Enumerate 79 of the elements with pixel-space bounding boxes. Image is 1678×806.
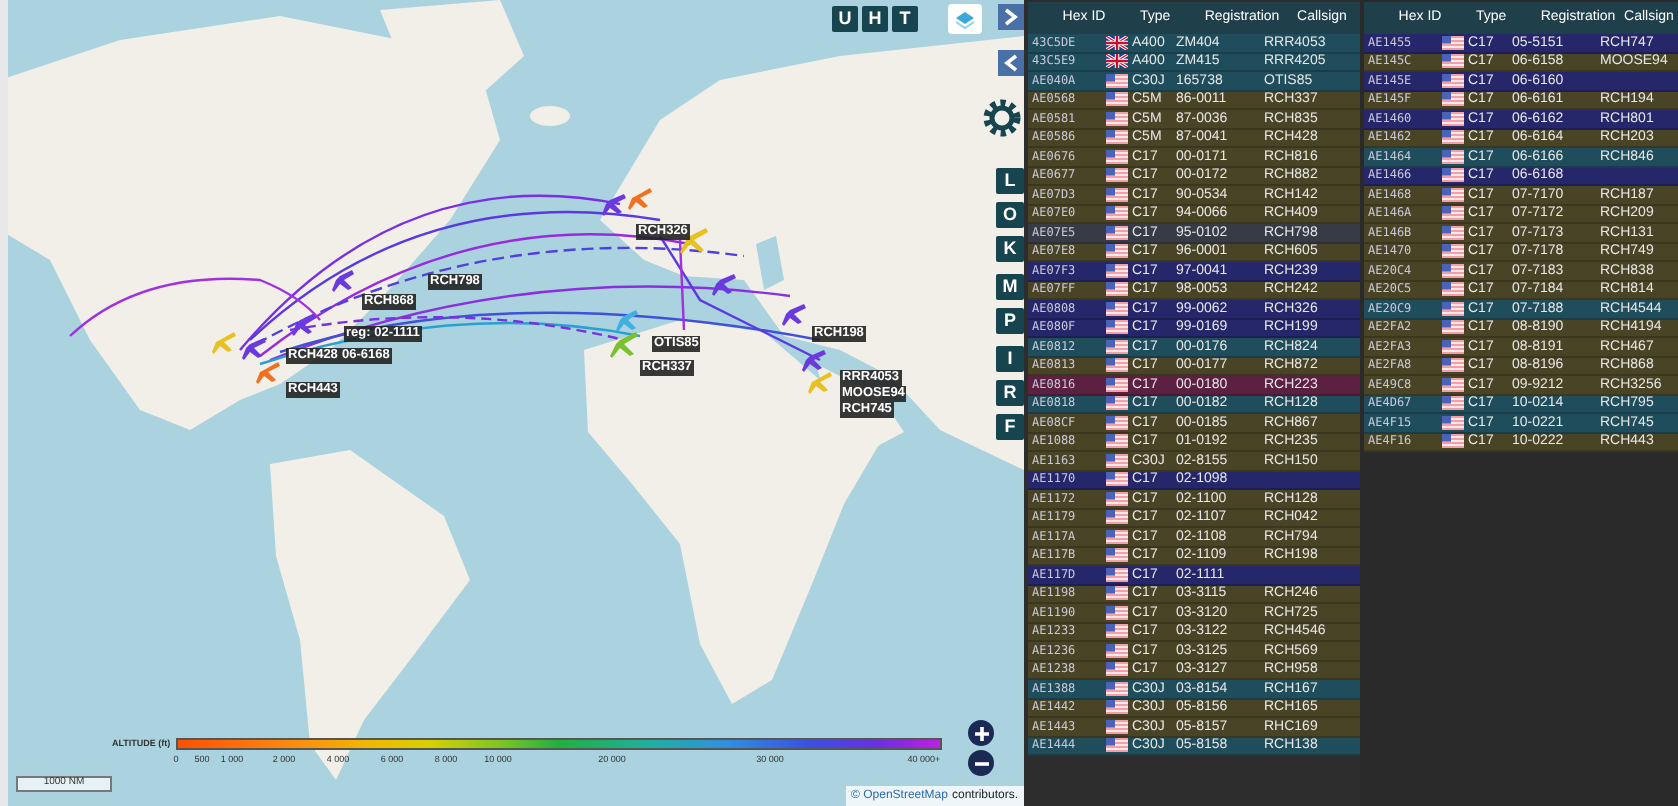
us-flag-icon <box>1441 339 1463 354</box>
us-flag-icon <box>1105 529 1127 544</box>
map-toggle-button[interactable]: H <box>862 6 888 32</box>
us-flag-icon <box>1105 92 1127 107</box>
us-flag-icon <box>1105 149 1127 164</box>
us-flag-icon <box>1105 320 1127 335</box>
us-flag-icon <box>1105 415 1127 430</box>
us-flag-icon <box>1105 491 1127 506</box>
us-flag-icon <box>1105 567 1127 582</box>
us-flag-icon <box>1105 111 1127 126</box>
us-flag-icon <box>1441 130 1463 145</box>
us-flag-icon <box>1441 187 1463 202</box>
us-flag-icon <box>1441 225 1463 240</box>
us-flag-icon <box>1105 263 1127 278</box>
us-flag-icon <box>1105 510 1127 525</box>
layers-button[interactable] <box>948 4 982 34</box>
map-toggle-button[interactable]: U <box>832 6 858 32</box>
layers-icon <box>954 9 976 29</box>
collapse-panel-button[interactable] <box>998 50 1024 76</box>
us-flag-icon <box>1105 73 1127 88</box>
map-toggle-button[interactable]: O <box>996 202 1024 228</box>
us-flag-icon <box>1441 434 1463 449</box>
chevron-left-icon <box>1004 54 1018 72</box>
us-flag-icon <box>1105 206 1127 221</box>
us-flag-icon <box>1105 586 1127 601</box>
us-flag-icon <box>1441 111 1463 126</box>
us-flag-icon <box>1105 472 1127 487</box>
us-flag-icon <box>1105 434 1127 449</box>
us-flag-icon <box>1441 263 1463 278</box>
us-flag-icon <box>1105 605 1127 620</box>
us-flag-icon <box>1105 244 1127 259</box>
us-flag-icon <box>1105 700 1127 715</box>
map-toggle-button[interactable]: I <box>996 346 1024 372</box>
uk-flag-icon <box>1105 54 1127 69</box>
map-toggle-button[interactable]: T <box>892 6 918 32</box>
us-flag-icon <box>1105 225 1127 240</box>
us-flag-icon <box>1441 168 1463 183</box>
us-flag-icon <box>1441 206 1463 221</box>
us-flag-icon <box>1105 738 1127 753</box>
us-flag-icon <box>1105 358 1127 373</box>
us-flag-icon <box>1441 396 1463 411</box>
us-flag-icon <box>1441 244 1463 259</box>
us-flag-icon <box>1105 643 1127 658</box>
us-flag-icon <box>1441 149 1463 164</box>
us-flag-icon <box>1105 301 1127 316</box>
map-toggle-button[interactable]: P <box>996 308 1024 334</box>
map-toggle-button[interactable]: R <box>996 380 1024 406</box>
us-flag-icon <box>1105 453 1127 468</box>
plus-icon <box>973 725 989 741</box>
us-flag-icon <box>1105 187 1127 202</box>
us-flag-icon <box>1441 320 1463 335</box>
settings-icon[interactable] <box>980 96 1024 140</box>
us-flag-icon <box>1105 624 1127 639</box>
us-flag-icon <box>1105 681 1127 696</box>
us-flag-icon <box>1441 377 1463 392</box>
us-flag-icon <box>1105 130 1127 145</box>
chevron-right-icon <box>1004 8 1018 26</box>
us-flag-icon <box>1441 35 1463 50</box>
us-flag-icon <box>1105 662 1127 677</box>
us-flag-icon <box>1441 92 1463 107</box>
us-flag-icon <box>1105 282 1127 297</box>
us-flag-icon <box>1105 548 1127 563</box>
us-flag-icon <box>1105 377 1127 392</box>
us-flag-icon <box>1105 719 1127 734</box>
us-flag-icon <box>1441 301 1463 316</box>
us-flag-icon <box>1105 168 1127 183</box>
us-flag-icon <box>1441 282 1463 297</box>
uk-flag-icon <box>1105 35 1127 50</box>
map-toggle-button[interactable]: F <box>996 414 1024 440</box>
map-toggle-button[interactable]: K <box>996 236 1024 262</box>
us-flag-icon <box>1441 54 1463 69</box>
map-toggle-button[interactable]: M <box>996 274 1024 300</box>
us-flag-icon <box>1105 339 1127 354</box>
us-flag-icon <box>1105 396 1127 411</box>
expand-panel-button[interactable] <box>998 4 1024 30</box>
us-flag-icon <box>1441 358 1463 373</box>
map-toggle-button[interactable]: L <box>996 168 1024 194</box>
us-flag-icon <box>1441 73 1463 88</box>
us-flag-icon <box>1441 415 1463 430</box>
